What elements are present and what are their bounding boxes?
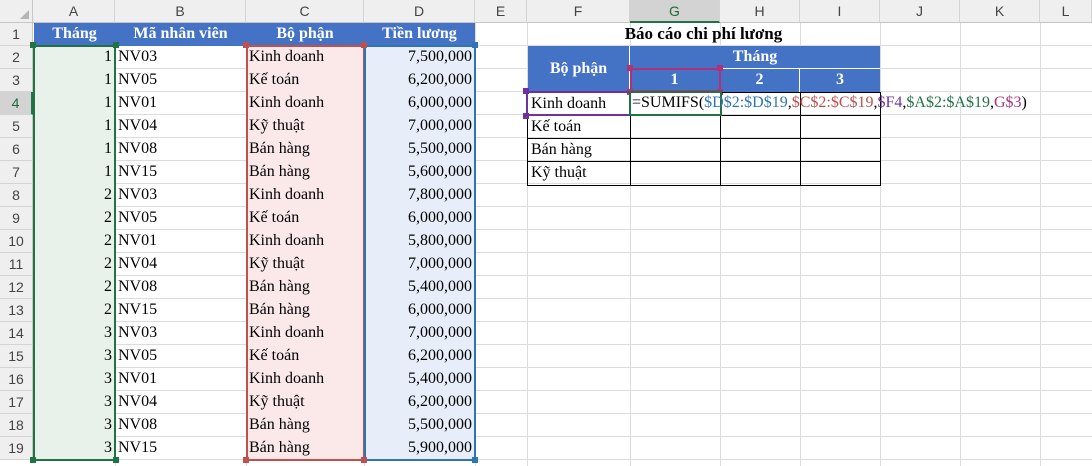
- cell-ma-nhan-vien[interactable]: NV05: [115, 69, 246, 92]
- cell-ma-nhan-vien[interactable]: NV03: [115, 184, 246, 207]
- column-header-l[interactable]: L: [1040, 0, 1092, 23]
- header-thang[interactable]: Tháng: [34, 23, 115, 46]
- range-handle[interactable]: [472, 457, 478, 463]
- row-header-13[interactable]: 13: [0, 299, 33, 322]
- range-handle[interactable]: [30, 42, 36, 48]
- formula-arg-criteria-range-2: $A$2:$A$19: [906, 94, 990, 111]
- report-header-thang[interactable]: Tháng: [630, 46, 880, 69]
- gridline: [880, 23, 881, 466]
- range-handle[interactable]: [361, 457, 367, 463]
- column-header-c[interactable]: C: [246, 0, 364, 23]
- select-all-corner[interactable]: [0, 0, 33, 23]
- cell-ma-nhan-vien[interactable]: NV08: [115, 138, 246, 161]
- column-header-f[interactable]: F: [527, 0, 630, 23]
- row-header-12[interactable]: 12: [0, 276, 33, 299]
- gridline: [1040, 23, 1041, 466]
- range-highlight-c: [246, 45, 365, 461]
- report-month-2[interactable]: 2: [720, 69, 800, 92]
- formula-editor[interactable]: =SUMIFS($D$2:$D$19,$C$2:$C$19,$F4,$A$2:$…: [630, 92, 1092, 115]
- range-handle[interactable]: [113, 457, 119, 463]
- formula-arg-criteria-2: G$3: [993, 94, 1022, 111]
- row-header-16[interactable]: 16: [0, 368, 33, 391]
- spreadsheet-grid[interactable]: A B C D E F G H I J K L 1 2 3 4 5 6 7 8 …: [0, 0, 1092, 466]
- formula-arg-sum-range: $D$2:$D$19: [704, 94, 788, 111]
- column-header-i[interactable]: I: [800, 0, 880, 23]
- row-header-7[interactable]: 7: [0, 161, 33, 184]
- row-header-3[interactable]: 3: [0, 69, 33, 92]
- row-header-17[interactable]: 17: [0, 391, 33, 414]
- range-handle[interactable]: [523, 113, 529, 119]
- range-handle[interactable]: [717, 65, 723, 71]
- row-header-6[interactable]: 6: [0, 138, 33, 161]
- column-header-b[interactable]: B: [115, 0, 246, 23]
- report-dept-ky-thuat[interactable]: Kỹ thuật: [528, 162, 630, 184]
- header-ma-nhan-vien[interactable]: Mã nhân viên: [115, 23, 246, 46]
- range-highlight-g3: [630, 68, 721, 92]
- range-handle[interactable]: [361, 42, 367, 48]
- column-header-k[interactable]: K: [960, 0, 1040, 23]
- row-header-4[interactable]: 4: [0, 92, 33, 115]
- cell-ma-nhan-vien[interactable]: NV01: [115, 92, 246, 115]
- range-handle[interactable]: [30, 457, 36, 463]
- report-dept-ke-toan[interactable]: Kế toán: [528, 116, 630, 138]
- column-header-d[interactable]: D: [364, 0, 475, 23]
- column-header-j[interactable]: J: [880, 0, 960, 23]
- row-header-1[interactable]: 1: [0, 23, 33, 46]
- range-highlight-f4: [526, 91, 631, 116]
- range-handle[interactable]: [243, 42, 249, 48]
- row-header-10[interactable]: 10: [0, 230, 33, 253]
- cell-ma-nhan-vien[interactable]: NV05: [115, 345, 246, 368]
- row-header-9[interactable]: 9: [0, 207, 33, 230]
- cell-ma-nhan-vien[interactable]: NV01: [115, 230, 246, 253]
- row-header-5[interactable]: 5: [0, 115, 33, 138]
- range-handle[interactable]: [523, 88, 529, 94]
- report-dept-ban-hang[interactable]: Bán hàng: [528, 139, 630, 161]
- row-header-18[interactable]: 18: [0, 414, 33, 437]
- formula-arg-criteria-1: $F4: [877, 94, 903, 111]
- cell-ma-nhan-vien[interactable]: NV08: [115, 414, 246, 437]
- cell-ma-nhan-vien[interactable]: NV04: [115, 391, 246, 414]
- row-header-19[interactable]: 19: [0, 437, 33, 460]
- row-header-2[interactable]: 2: [0, 46, 33, 69]
- formula-prefix: =SUMIFS(: [632, 94, 705, 111]
- cell-ma-nhan-vien[interactable]: NV03: [115, 322, 246, 345]
- range-handle[interactable]: [472, 42, 478, 48]
- gridline: [960, 23, 961, 466]
- header-bo-phan[interactable]: Bộ phận: [246, 23, 364, 46]
- report-title[interactable]: Báo cáo chi phí lương: [527, 23, 880, 46]
- report-header-bo-phan[interactable]: Bộ phận: [528, 46, 630, 92]
- formula-arg-criteria-range-1: $C$2:$C$19: [791, 94, 874, 111]
- header-tien-luong[interactable]: Tiền lương: [364, 23, 475, 46]
- column-header-a[interactable]: A: [33, 0, 115, 23]
- column-header-g[interactable]: G: [630, 0, 720, 23]
- cell-ma-nhan-vien[interactable]: NV05: [115, 207, 246, 230]
- range-highlight-a: [33, 45, 116, 461]
- range-highlight-d: [364, 45, 476, 461]
- range-handle[interactable]: [113, 42, 119, 48]
- cell-ma-nhan-vien[interactable]: NV15: [115, 299, 246, 322]
- row-header-14[interactable]: 14: [0, 322, 33, 345]
- cell-ma-nhan-vien[interactable]: NV15: [115, 161, 246, 184]
- cell-ma-nhan-vien[interactable]: NV04: [115, 253, 246, 276]
- range-handle[interactable]: [627, 65, 633, 71]
- cell-ma-nhan-vien[interactable]: NV08: [115, 276, 246, 299]
- range-handle[interactable]: [243, 457, 249, 463]
- cell-ma-nhan-vien[interactable]: NV15: [115, 437, 246, 460]
- row-header-8[interactable]: 8: [0, 184, 33, 207]
- column-header-h[interactable]: H: [720, 0, 800, 23]
- row-header-11[interactable]: 11: [0, 253, 33, 276]
- column-header-e[interactable]: E: [475, 0, 527, 23]
- row-header-15[interactable]: 15: [0, 345, 33, 368]
- cell-ma-nhan-vien[interactable]: NV04: [115, 115, 246, 138]
- report-month-3[interactable]: 3: [800, 69, 880, 92]
- cell-ma-nhan-vien[interactable]: NV01: [115, 368, 246, 391]
- cell-ma-nhan-vien[interactable]: NV03: [115, 46, 246, 69]
- formula-suffix: ): [1021, 94, 1027, 111]
